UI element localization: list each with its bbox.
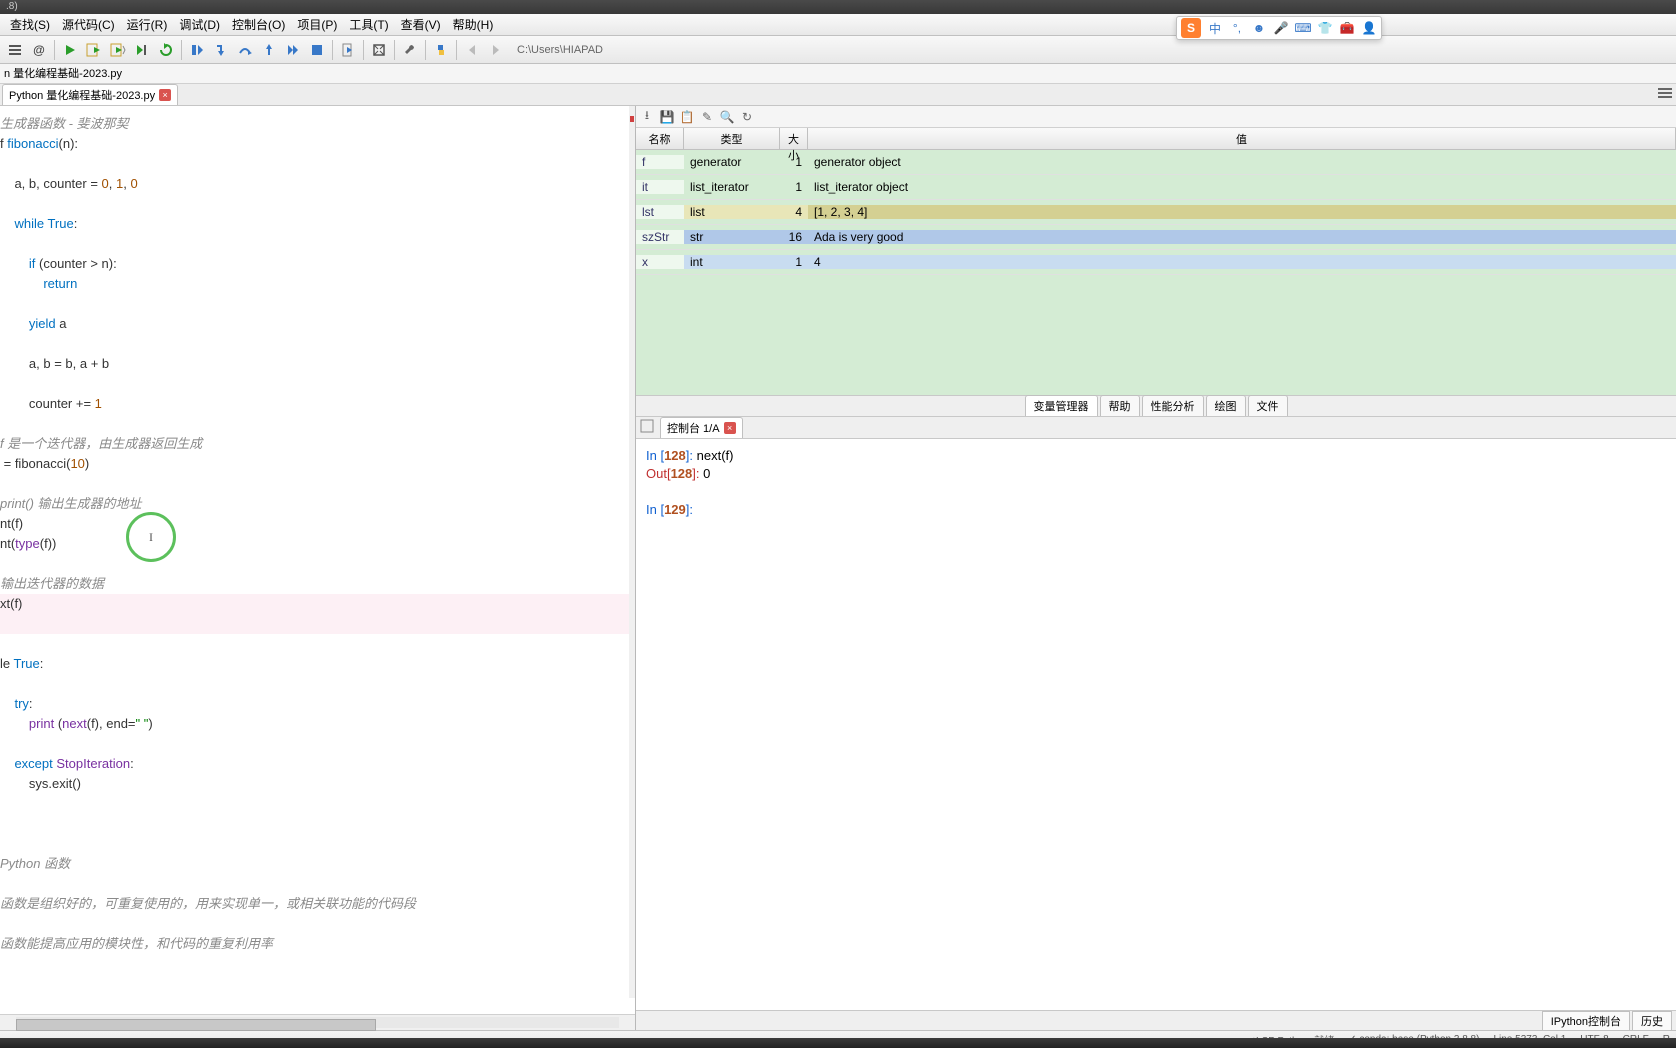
refresh-icon[interactable]: ↻ [740, 110, 754, 124]
variable-row[interactable]: xint14 [636, 250, 1676, 275]
forward-icon[interactable] [485, 39, 507, 61]
console-tab-bar: 控制台 1/A × [636, 417, 1676, 439]
menu-item[interactable]: 控制台(O) [226, 16, 291, 33]
ime-keyboard-icon[interactable]: ⌨ [1295, 20, 1311, 36]
search-icon[interactable]: 🔍 [720, 110, 734, 124]
ime-user-icon[interactable]: 👤 [1361, 20, 1377, 36]
console-tab[interactable]: 控制台 1/A × [660, 417, 743, 438]
pane-tab[interactable]: 性能分析 [1142, 395, 1204, 416]
rerun-icon[interactable] [155, 39, 177, 61]
file-tab[interactable]: Python 量化编程基础-2023.py × [2, 84, 178, 105]
continue-icon[interactable] [282, 39, 304, 61]
menu-item[interactable]: 运行(R) [121, 16, 174, 33]
ime-toolbox-icon[interactable]: 🧰 [1339, 20, 1355, 36]
cursor-indicator: I [126, 512, 176, 562]
maximize-icon[interactable] [368, 39, 390, 61]
save-icon[interactable]: 💾 [660, 110, 674, 124]
console-tab-label: 控制台 1/A [667, 420, 720, 436]
ipython-console[interactable]: In [128]: next(f)Out[128]: 0 In [129]: [636, 439, 1676, 1010]
var-table-header: 名称 类型 大小 值 [636, 128, 1676, 150]
at-icon[interactable]: @ [28, 39, 50, 61]
pencil-icon[interactable]: ✎ [700, 110, 714, 124]
ime-toolbar[interactable]: S 中 °, ☻ 🎤 ⌨ 👕 🧰 👤 [1176, 16, 1382, 40]
ime-smiley-icon[interactable]: ☻ [1251, 20, 1267, 36]
back-icon[interactable] [461, 39, 483, 61]
step-over-icon[interactable] [234, 39, 256, 61]
main-toolbar: @ C:\Users\HIAPAD [0, 36, 1676, 64]
menu-item[interactable]: 项目(P) [291, 16, 343, 33]
variable-row[interactable]: szStrstr16Ada is very good [636, 225, 1676, 250]
right-pane-tabs: 变量管理器帮助性能分析绘图文件 [636, 395, 1676, 417]
menu-item[interactable]: 查看(V) [395, 16, 447, 33]
breadcrumb: n 量化编程基础-2023.py [0, 64, 1676, 84]
pane-tab[interactable]: 变量管理器 [1025, 395, 1098, 416]
debug-step-icon[interactable] [186, 39, 208, 61]
variable-table: 名称 类型 大小 值 fgenerator1generator objectit… [636, 128, 1676, 395]
col-type[interactable]: 类型 [684, 128, 780, 149]
ime-lang-icon[interactable]: 中 [1207, 20, 1223, 36]
bottom-tab[interactable]: 历史 [1632, 1011, 1672, 1031]
ime-skin-icon[interactable]: 👕 [1317, 20, 1333, 36]
col-size[interactable]: 大小 [780, 128, 808, 149]
ime-logo-icon: S [1181, 18, 1201, 38]
col-name[interactable]: 名称 [636, 128, 684, 149]
editor-h-scrollbar[interactable] [0, 1014, 635, 1030]
bottom-tab[interactable]: IPython控制台 [1542, 1011, 1630, 1031]
run-cell-advance-icon[interactable] [107, 39, 129, 61]
working-dir-label: C:\Users\HIAPAD [517, 44, 603, 56]
pane-tab[interactable]: 绘图 [1206, 395, 1246, 416]
tab-options-icon[interactable] [1658, 87, 1672, 99]
editor-pane: 生成器函数 - 斐波那契f fibonacci(n): a, b, counte… [0, 106, 636, 1030]
debug-file-icon[interactable] [337, 39, 359, 61]
var-explorer-toolbar: ⭳ 💾 📋 ✎ 🔍 ↻ [636, 106, 1676, 128]
menu-item[interactable]: 工具(T) [343, 16, 394, 33]
python-icon[interactable] [430, 39, 452, 61]
variable-row[interactable]: itlist_iterator1list_iterator object [636, 175, 1676, 200]
pane-tab[interactable]: 文件 [1248, 395, 1288, 416]
menu-item[interactable]: 查找(S) [4, 16, 56, 33]
ime-mic-icon[interactable]: 🎤 [1273, 20, 1289, 36]
variable-row[interactable]: lstlist4[1, 2, 3, 4] [636, 200, 1676, 225]
taskbar [0, 1038, 1676, 1048]
pane-tab[interactable]: 帮助 [1100, 395, 1140, 416]
outline-icon[interactable] [4, 39, 26, 61]
close-icon[interactable]: × [724, 422, 736, 434]
run-selection-icon[interactable] [131, 39, 153, 61]
console-bottom-tabs: IPython控制台历史 [636, 1010, 1676, 1030]
menu-bar: 查找(S)源代码(C)运行(R)调试(D)控制台(O)项目(P)工具(T)查看(… [0, 14, 1676, 36]
run-cell-icon[interactable] [83, 39, 105, 61]
stop-icon[interactable] [306, 39, 328, 61]
step-out-icon[interactable] [258, 39, 280, 61]
ime-punct-icon[interactable]: °, [1229, 20, 1245, 36]
code-editor[interactable]: 生成器函数 - 斐波那契f fibonacci(n): a, b, counte… [0, 106, 635, 1014]
editor-tab-bar: Python 量化编程基础-2023.py × [0, 84, 1676, 106]
wrench-icon[interactable] [399, 39, 421, 61]
file-tab-label: Python 量化编程基础-2023.py [9, 87, 155, 103]
menu-item[interactable]: 调试(D) [173, 16, 226, 33]
menu-item[interactable]: 帮助(H) [447, 16, 500, 33]
step-into-icon[interactable] [210, 39, 232, 61]
import-icon[interactable]: ⭳ [640, 110, 654, 124]
col-value[interactable]: 值 [808, 128, 1676, 149]
save-as-icon[interactable]: 📋 [680, 110, 694, 124]
console-options-icon[interactable] [640, 419, 656, 435]
title-bar: .8) [0, 0, 1676, 14]
menu-item[interactable]: 源代码(C) [56, 16, 121, 33]
editor-marker-gutter [629, 106, 635, 998]
run-icon[interactable] [59, 39, 81, 61]
close-icon[interactable]: × [159, 89, 171, 101]
